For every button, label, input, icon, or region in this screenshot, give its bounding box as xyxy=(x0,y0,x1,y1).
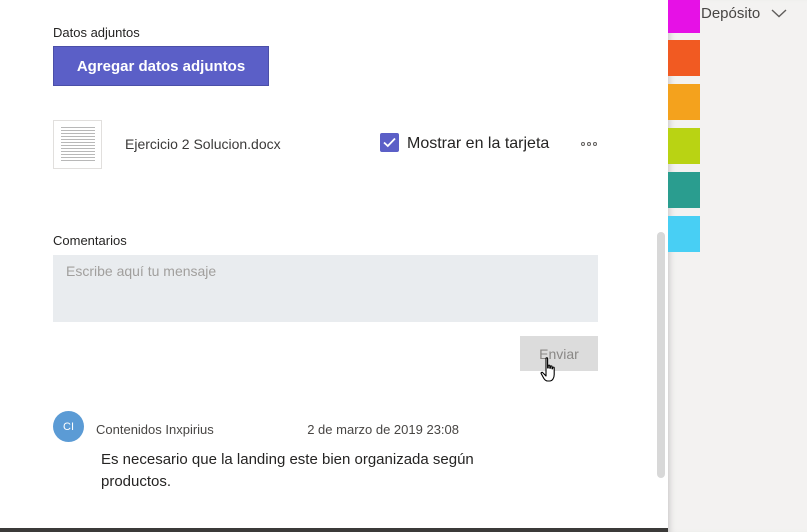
comment-timestamp: 2 de marzo de 2019 23:08 xyxy=(307,422,459,437)
hand-pointer-icon xyxy=(540,357,555,382)
comments-label: Comentarios xyxy=(53,233,127,248)
task-details-panel: Datos adjuntos Agregar datos adjuntos Ej… xyxy=(0,0,668,532)
comment-author: Contenidos Inxpirius xyxy=(96,422,214,437)
label-color-teal[interactable] xyxy=(668,172,700,208)
comment-input[interactable] xyxy=(53,255,598,322)
chevron-down-icon[interactable] xyxy=(770,6,788,20)
bottom-border xyxy=(0,528,668,532)
scrollbar[interactable] xyxy=(657,232,665,478)
file-thumbnail[interactable] xyxy=(53,120,102,169)
checkmark-icon xyxy=(383,137,396,148)
more-options-icon[interactable] xyxy=(579,137,599,151)
show-on-card-label[interactable]: Mostrar en la tarjeta xyxy=(407,135,549,153)
attachment-file-name[interactable]: Ejercicio 2 Solucion.docx xyxy=(125,136,281,152)
more-dot xyxy=(593,142,597,146)
label-color-cyan[interactable] xyxy=(668,216,700,252)
label-color-orange[interactable] xyxy=(668,40,700,76)
label-color-amber[interactable] xyxy=(668,84,700,120)
board-background xyxy=(668,0,807,532)
avatar: CI xyxy=(53,411,84,442)
attachments-label: Datos adjuntos xyxy=(53,25,140,40)
more-dot xyxy=(587,142,591,146)
more-dot xyxy=(581,142,585,146)
add-attachment-button[interactable]: Agregar datos adjuntos xyxy=(53,46,269,86)
bucket-label[interactable]: Depósito xyxy=(701,5,760,22)
comment-text: Es necesario que la landing este bien or… xyxy=(101,451,474,490)
show-on-card-checkbox[interactable] xyxy=(380,133,399,152)
label-color-lime[interactable] xyxy=(668,128,700,164)
document-preview-icon xyxy=(61,127,95,163)
label-color-magenta[interactable] xyxy=(668,0,700,33)
